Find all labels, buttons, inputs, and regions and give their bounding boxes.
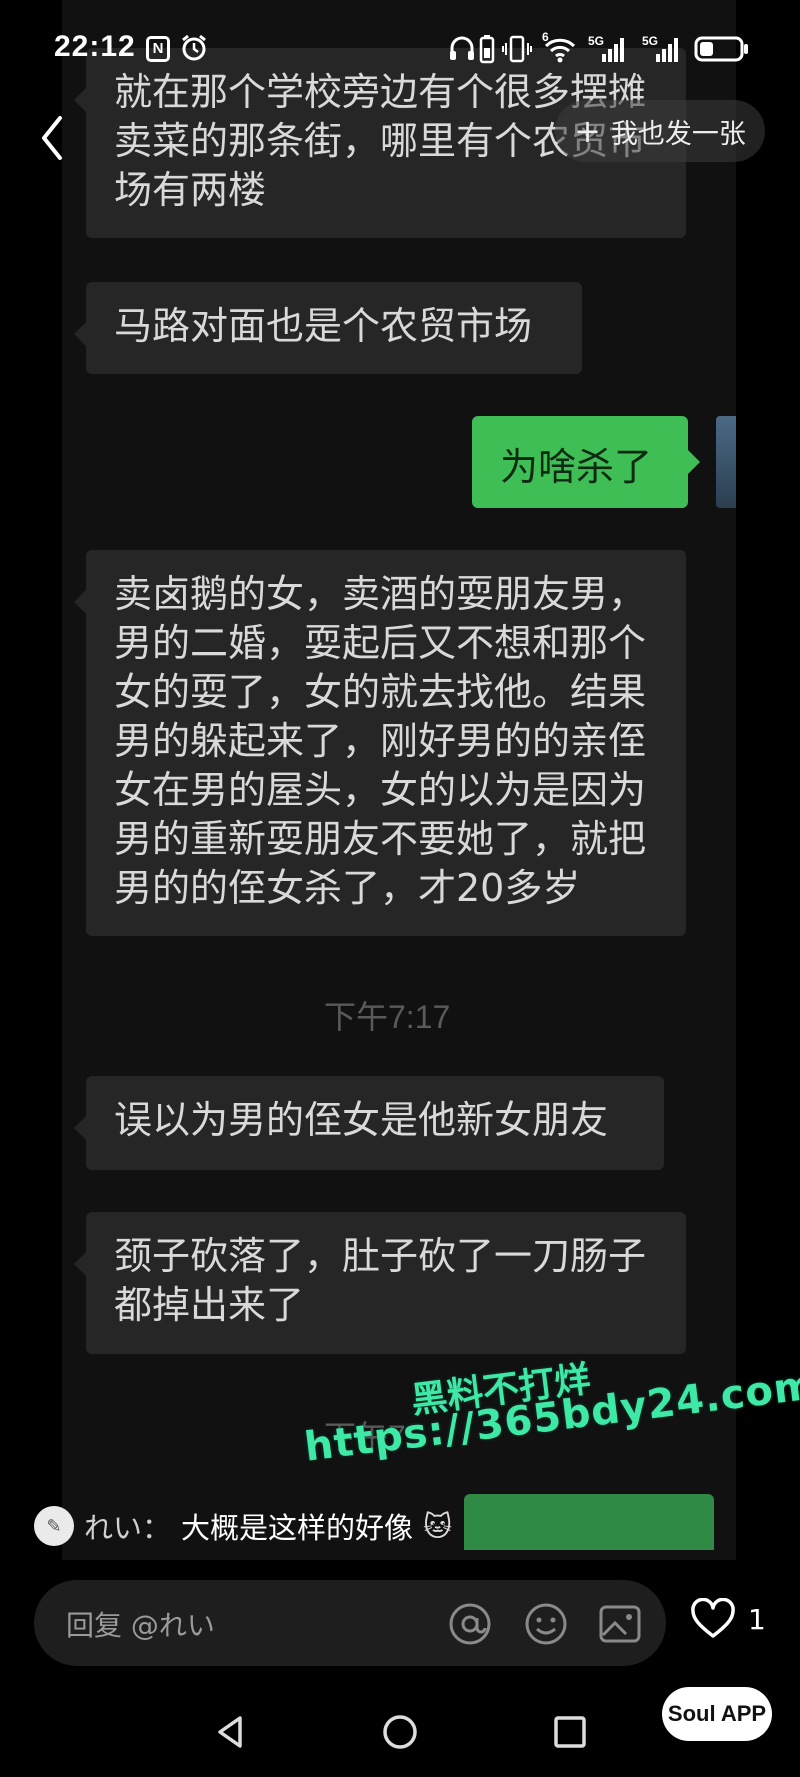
alarm-icon	[182, 34, 206, 61]
chat-message-left: 卖卤鹅的女，卖酒的耍朋友男，男的二婚，耍起后又不想和那个女的耍了，女的就去找他。…	[74, 550, 686, 936]
chat-screenshot-image: 就在那个学校旁边有个很多摆摊卖菜的那条街，哪里有个农贸市场有两楼 马路对面也是个…	[62, 0, 736, 1560]
reply-placeholder: 回复 @れい	[66, 1609, 215, 1642]
chat-message-left: 误以为男的侄女是他新女朋友	[74, 1076, 664, 1170]
message-text: 为啥杀了	[500, 445, 653, 489]
battery-saver-icon	[479, 35, 495, 64]
chat-message-left: 颈子砍落了，肚子砍了一刀肠子都掉出来了	[74, 1212, 686, 1354]
nav-recents-icon[interactable]	[550, 1712, 590, 1752]
vibrate-icon	[502, 35, 532, 63]
cat-emoji-icon: 🐱	[423, 1509, 453, 1543]
nav-home-icon[interactable]	[380, 1712, 420, 1752]
plus-icon: +	[574, 112, 601, 150]
emoji-icon[interactable]	[524, 1602, 568, 1646]
message-text: 颈子砍落了，肚子砍了一刀肠子都掉出来了	[114, 1234, 647, 1327]
headphones-icon	[450, 36, 474, 60]
nfc-icon: N	[146, 36, 170, 62]
signal-2-icon	[656, 38, 678, 62]
sender-avatar-thumbnail	[716, 416, 736, 508]
nav-back-icon[interactable]	[210, 1712, 250, 1752]
wifi-6-label: 6	[542, 30, 549, 44]
post-one-too-button[interactable]: + 我也发一张	[555, 100, 765, 162]
comment-line: ✎ れい： 大概是这样的好像 🐱	[34, 1503, 452, 1549]
commenter-name[interactable]: れい：	[84, 1505, 171, 1547]
soul-app-logo: Soul APP	[662, 1687, 772, 1741]
back-arrow-icon[interactable]	[32, 108, 72, 168]
chat-timestamp: 下午7:17	[324, 999, 451, 1035]
status-bar: 22:12 N 6 5G 5G	[0, 0, 800, 96]
comment-text: 大概是这样的好像	[181, 1511, 414, 1545]
chat-message-left: 马路对面也是个农贸市场	[74, 282, 582, 374]
partial-image-thumbnail	[464, 1494, 714, 1550]
heart-icon	[691, 1598, 735, 1638]
status-time: 22:12	[54, 30, 136, 63]
reply-input-bar[interactable]: 回复 @れい	[34, 1580, 666, 1666]
image-icon[interactable]	[598, 1602, 642, 1646]
message-text: 马路对面也是个农贸市场	[114, 304, 533, 348]
commenter-avatar[interactable]: ✎	[34, 1506, 74, 1546]
battery-icon	[694, 36, 748, 62]
signal-1-icon	[602, 38, 624, 62]
chat-message-right: 为啥杀了	[472, 416, 700, 508]
mention-icon[interactable]	[448, 1602, 492, 1646]
post-button-label: 我也发一张	[610, 118, 746, 150]
message-text: 误以为男的侄女是他新女朋友	[114, 1098, 609, 1142]
like-count: 1	[748, 1602, 766, 1636]
like-button[interactable]: 1	[690, 1598, 766, 1640]
message-text: 卖卤鹅的女，卖酒的耍朋友男，男的二婚，耍起后又不想和那个女的耍了，女的就去找他。…	[114, 572, 647, 910]
